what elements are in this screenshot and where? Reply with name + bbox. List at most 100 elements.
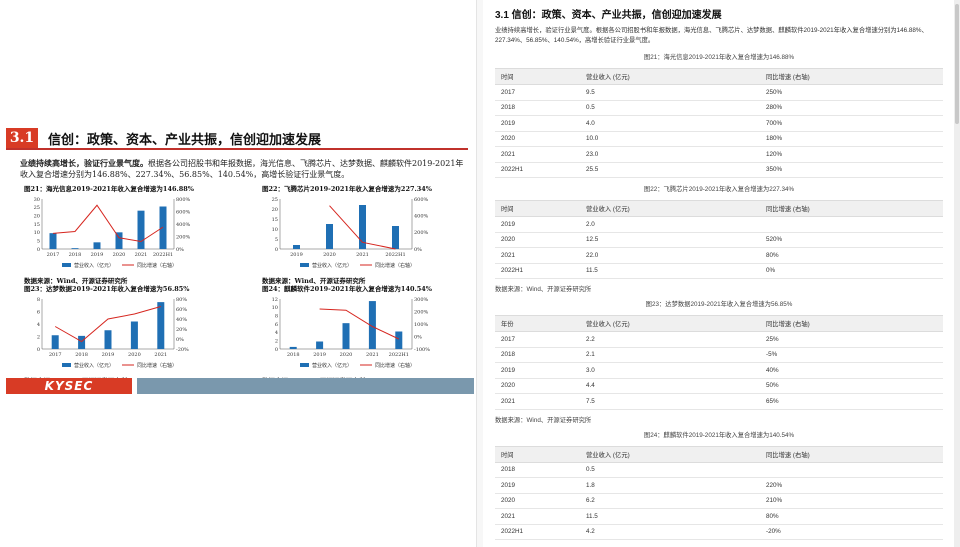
transcript-heading: 3.1 信创：政策、资本、产业共振，信创迎加速发展 <box>495 10 722 21</box>
table-cell: 4.2 <box>580 524 760 540</box>
y2-tick-label: 600% <box>176 209 191 215</box>
y-tick-label: 5 <box>275 237 278 243</box>
y-tick-label: 12 <box>272 297 278 303</box>
x-tick-label: 2020 <box>340 352 353 358</box>
x-tick-label: 2018 <box>75 352 88 358</box>
table-row: 2021 11.5 80% <box>495 508 943 525</box>
y2-tick-label: 300% <box>414 297 429 303</box>
table-row: 2021 23.0 120% <box>495 146 943 163</box>
table-cell: 25.5 <box>580 162 760 178</box>
transcript-paragraph: 业绩持续高增长，验证行业景气度。根据各公司招股书和年报数据，海光信息、飞腾芯片、… <box>495 27 928 44</box>
x-tick-label: 2020 <box>128 352 141 358</box>
x-tick-label: 2021 <box>135 252 148 258</box>
y-tick-label: 10 <box>272 305 278 311</box>
legend-growth: 同比增速（右轴） <box>375 362 415 369</box>
figure-24: 图24：麒麟软件2019-2021年收入复合增速为140.54% 0 2 4 6 8 10… <box>262 283 452 385</box>
legend-revenue: 营业收入（亿元） <box>74 262 114 269</box>
y2-tick-label: -20% <box>176 347 189 353</box>
y2-tick-label: 0% <box>414 334 422 340</box>
table-row: 2020 12.5 520% <box>495 232 943 248</box>
data-table-phytium: 时间 营业收入 (亿元) 同比增速 (右轴) 2019 2.0 2020 12.5 520% 2… <box>495 200 943 279</box>
table-cell: 2020 <box>495 378 580 394</box>
column-header: 同比增速 (右轴) <box>760 68 943 85</box>
table-cell: 50% <box>760 378 943 394</box>
y-tick-label: 2 <box>37 334 40 340</box>
table-cell: 1.8 <box>580 477 760 494</box>
y-tick-label: 6 <box>37 309 40 315</box>
table-cell: 4.4 <box>580 378 760 394</box>
x-tick-label: 2017 <box>47 252 60 258</box>
legend-bar-swatch <box>300 363 309 367</box>
table-row: 2021 7.5 65% <box>495 393 943 410</box>
table-cell: 80% <box>760 247 943 264</box>
column-header: 时间 <box>495 68 580 85</box>
bar <box>51 335 59 349</box>
table-header-row: 年份 营业收入 (亿元) 同比增速 (右轴) <box>495 315 943 332</box>
column-header: 同比增速 (右轴) <box>760 315 943 332</box>
x-tick-label: 2018 <box>69 252 82 258</box>
table-cell: 350% <box>760 162 943 178</box>
table-cell: 4.0 <box>580 115 760 132</box>
x-tick-label: 2019 <box>313 352 326 358</box>
y-tick-label: 0 <box>275 247 278 253</box>
table-row: 2022H1 4.2 -20% <box>495 524 943 540</box>
table-cell: 2020 <box>495 131 580 147</box>
lead-bold: 业绩持续高增长，验证行业景气度。 <box>20 158 148 168</box>
figure-title: 图22：飞腾芯片2019-2021年收入复合增速为227.34% <box>262 185 432 193</box>
legend-revenue: 营业收入（亿元） <box>312 362 352 369</box>
x-tick-label: 2020 <box>113 252 126 258</box>
table-header-row: 时间 营业收入 (亿元) 同比增速 (右轴) <box>495 445 943 463</box>
legend-bar-swatch <box>62 263 71 267</box>
column-header: 同比增速 (右轴) <box>760 200 943 217</box>
table-caption: 图24：麒麟软件2019-2021年收入复合增速为140.54% <box>643 431 795 439</box>
growth-line <box>319 308 400 340</box>
table-cell: 11.5 <box>580 508 760 525</box>
bar <box>293 245 300 249</box>
table-row: 2019 2.0 <box>495 216 943 233</box>
lead-paragraph: 业绩持续高增长，验证行业景气度。根据各公司招股书和年报数据，海光信息、飞腾芯片、… <box>20 158 465 180</box>
x-tick-label: 2017 <box>49 352 62 358</box>
table-cell: 2022H1 <box>495 162 580 178</box>
column-header: 同比增速 (右轴) <box>760 445 943 463</box>
table-cell: 65% <box>760 393 943 410</box>
table-row: 2020 6.2 210% <box>495 493 943 509</box>
y2-tick-label: 200% <box>176 234 191 240</box>
x-tick-label: 2022H1 <box>385 252 405 258</box>
table-cell: 220% <box>760 477 943 494</box>
x-tick-label: 2021 <box>154 352 167 358</box>
chart-phytium: 0 5 10 15 20 25 0% 200% 400% 600% 2019 2020 2021 2022… <box>272 197 429 269</box>
table-cell: 180% <box>760 131 943 147</box>
table-cell: 280% <box>760 100 943 116</box>
table-cell: -20% <box>760 524 943 540</box>
bar <box>78 335 86 349</box>
y-tick-label: 6 <box>275 322 278 328</box>
transcript-panel[interactable]: 3.1 信创：政策、资本、产业共振，信创迎加速发展 业绩持续高增长，验证行业景气… <box>476 0 960 547</box>
bar <box>137 210 145 249</box>
y-tick-label: 4 <box>37 322 40 328</box>
table-cell: 250% <box>760 84 943 101</box>
section-title: 信创：政策、资本、产业共振，信创迎加速发展 <box>48 133 322 148</box>
table-cell: 700% <box>760 115 943 132</box>
y-tick-label: 0 <box>37 247 40 253</box>
y2-tick-label: -100% <box>414 347 430 353</box>
y-tick-label: 5 <box>37 238 40 244</box>
y2-tick-label: 200% <box>414 309 429 315</box>
bar <box>159 206 167 249</box>
table-cell: 2017 <box>495 331 580 348</box>
scrollbar-thumb[interactable] <box>955 4 959 124</box>
section-header: 3.1 信创：政策、资本、产业共振，信创迎加速发展 <box>6 128 468 150</box>
table-cell: 10.0 <box>580 131 760 147</box>
data-table-dameng: 年份 营业收入 (亿元) 同比增速 (右轴) 2017 2.2 25% 2018 2.1 -5%… <box>495 315 943 410</box>
x-tick-label: 2019 <box>102 352 115 358</box>
table-cell: 2.0 <box>580 216 760 233</box>
table-caption: 图21：海光信息2019-2021年收入复合增速为146.88% <box>643 54 795 61</box>
column-header: 营业收入 (亿元) <box>580 445 760 463</box>
x-tick-label: 2020 <box>323 252 336 258</box>
bar <box>392 226 399 249</box>
table-cell: 9.5 <box>580 84 760 101</box>
table-cell: 80% <box>760 508 943 525</box>
table-cell: 23.0 <box>580 146 760 163</box>
table-cell: 2019 <box>495 115 580 132</box>
scrollbar[interactable] <box>954 0 960 547</box>
table-cell: 2021 <box>495 146 580 163</box>
